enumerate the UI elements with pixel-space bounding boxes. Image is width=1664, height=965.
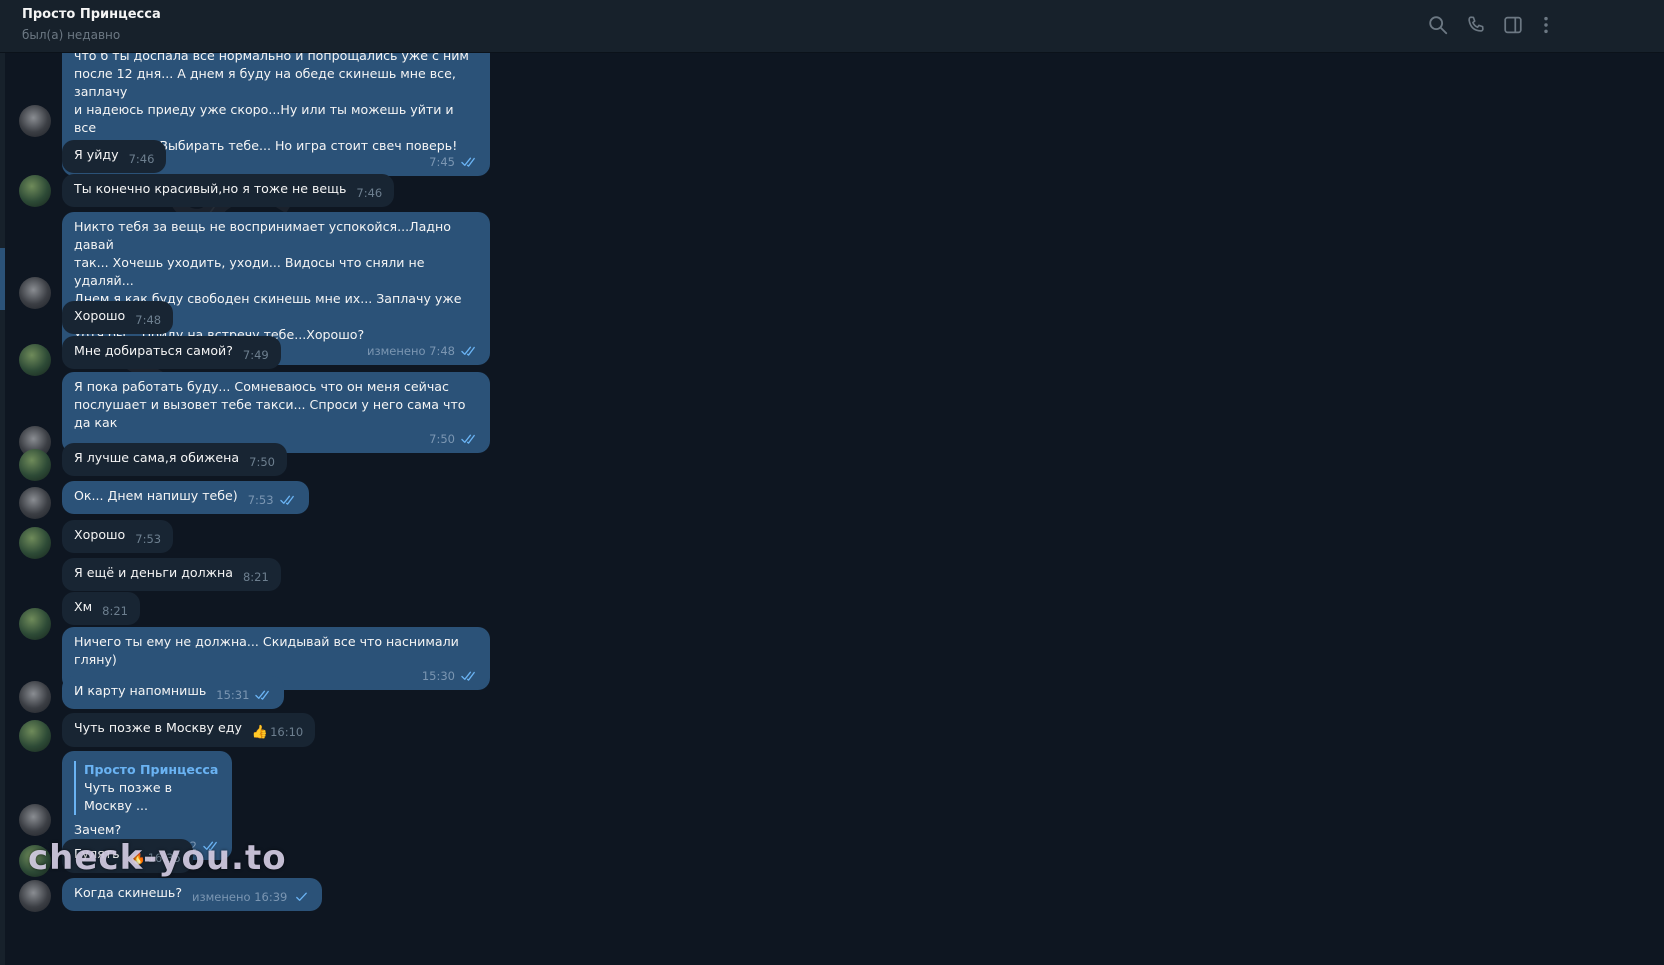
message-time: 16:39 xyxy=(254,890,288,904)
message-text: Хм xyxy=(74,599,93,614)
message-text: Хорошо xyxy=(74,308,126,323)
double-check-icon xyxy=(461,154,478,167)
message-text: Хорошо xyxy=(74,527,126,542)
message-text: Я уйду xyxy=(74,147,119,162)
message-bubble[interactable]: И карту напомнишь 15:31 xyxy=(62,676,285,709)
brand-watermark: check-you.to xyxy=(28,838,287,878)
message-time: 15:30 xyxy=(421,669,455,683)
more-vertical-icon[interactable] xyxy=(1535,14,1557,36)
double-check-icon xyxy=(255,687,272,700)
message-meta: 👍 16:10 xyxy=(252,723,303,742)
message-time: 8:21 xyxy=(242,570,269,584)
message-bubble[interactable]: Чуть позже в Москву еду 👍 16:10 xyxy=(62,713,316,747)
reply-author: Просто Принцесса xyxy=(84,762,219,777)
message-time: 7:48 xyxy=(429,344,455,358)
message-bubble[interactable]: Я лучше сама,я обижена 7:50 xyxy=(62,443,287,476)
message-bubble[interactable]: Я уйду 7:46 xyxy=(62,140,167,173)
message-text: Ок... Днем напишу тебе) xyxy=(74,488,238,503)
message-bubble[interactable]: Мне добираться самой? 7:49 xyxy=(62,336,281,369)
avatar[interactable] xyxy=(19,527,51,559)
message-bubble[interactable]: Я пока работать буду... Сомневаюсь что о… xyxy=(62,372,490,453)
message-bubble[interactable]: Хм 8:21 xyxy=(62,592,140,625)
double-check-icon xyxy=(461,668,478,681)
message-bubble[interactable]: Ок... Днем напишу тебе) 7:53 xyxy=(62,481,309,514)
avatar[interactable] xyxy=(19,344,51,376)
avatar[interactable] xyxy=(19,608,51,640)
message-meta: 15:31 xyxy=(216,686,272,704)
message-time: 7:53 xyxy=(135,532,162,546)
avatar[interactable] xyxy=(19,449,51,481)
avatar[interactable] xyxy=(19,277,51,309)
message-time: 7:48 xyxy=(135,313,162,327)
reply-text: Чуть позже в Москву ... xyxy=(84,780,173,813)
message-text: Чуть позже в Москву еду xyxy=(74,720,242,735)
message-meta: 8:21 xyxy=(243,568,269,586)
avatar[interactable] xyxy=(19,175,51,207)
edited-label: изменено xyxy=(367,344,430,358)
message-time: 7:46 xyxy=(356,186,383,200)
message-time: 7:50 xyxy=(249,455,275,469)
message-text: Ты конечно красивый,но я тоже не вещь xyxy=(74,181,347,196)
message-time: 15:31 xyxy=(216,688,250,702)
message-meta: 7:48 xyxy=(135,311,161,329)
message-meta: 8:21 xyxy=(102,602,128,620)
message-bubble[interactable]: Хорошо 7:48 xyxy=(62,301,174,334)
message-meta: 7:53 xyxy=(135,530,161,548)
reaction-icon[interactable]: 👍 xyxy=(252,725,268,740)
message-bubble[interactable]: Я ещё и деньги должна 8:21 xyxy=(62,558,281,591)
message-bubble[interactable]: Ты конечно красивый,но я тоже не вещь 7:4… xyxy=(62,174,395,207)
single-check-icon xyxy=(293,889,310,901)
message-time: 7:46 xyxy=(128,152,155,166)
double-check-icon xyxy=(279,492,297,505)
avatar[interactable] xyxy=(19,681,51,713)
message-text: Я ещё и деньги должна xyxy=(74,565,233,580)
message-text: Я пока работать буду... Сомневаюсь что о… xyxy=(74,379,466,430)
sidebar-toggle-icon[interactable] xyxy=(1502,14,1524,36)
message-meta: 7:46 xyxy=(356,184,382,202)
message-text: Ничего ты ему не должна... Скидывай все … xyxy=(74,634,463,667)
message-bubble[interactable]: Когда скинешь? изменено 16:39 xyxy=(62,878,323,911)
chat-status: был(а) недавно xyxy=(22,28,121,42)
double-check-icon xyxy=(461,431,478,444)
selected-chat-indicator xyxy=(0,248,5,310)
message-time: 7:50 xyxy=(429,432,455,446)
edited-label: изменено xyxy=(192,890,255,904)
message-bubble[interactable]: Хорошо 7:53 xyxy=(62,520,174,553)
message-text: Когда скинешь? xyxy=(74,885,183,900)
avatar[interactable] xyxy=(19,804,51,836)
avatar[interactable] xyxy=(19,880,51,912)
message-meta: 7:50 xyxy=(249,453,275,471)
chat-title[interactable]: Просто Принцесса xyxy=(22,7,161,22)
message-time: 7:53 xyxy=(247,493,274,507)
message-text: И карту напомнишь xyxy=(74,683,207,698)
message-time: 16:10 xyxy=(270,725,304,739)
message-meta: 7:53 xyxy=(248,491,297,509)
avatar[interactable] xyxy=(19,720,51,752)
avatar[interactable] xyxy=(19,105,51,137)
message-text: Мне добираться самой? xyxy=(74,343,233,358)
message-text: Я лучше сама,я обижена xyxy=(74,450,240,465)
message-text: Зачем? xyxy=(74,822,122,837)
message-time: 7:49 xyxy=(242,348,269,362)
message-time: 8:21 xyxy=(102,604,128,618)
chat-header: Просто Принцесса был(а) недавно xyxy=(0,0,1664,53)
message-text: что б ты доспала все нормально и попроща… xyxy=(74,48,469,153)
avatar[interactable] xyxy=(19,487,51,519)
phone-icon[interactable] xyxy=(1465,14,1487,36)
reply-quote[interactable]: Просто Принцесса Чуть позже в Москву ... xyxy=(74,761,220,815)
double-check-icon xyxy=(461,343,478,356)
message-meta: изменено 16:39 xyxy=(192,888,310,906)
chat-list-edge xyxy=(0,52,5,965)
message-meta: 7:49 xyxy=(243,346,269,364)
search-icon[interactable] xyxy=(1427,14,1449,36)
message-meta: 7:46 xyxy=(129,150,155,168)
message-time: 7:45 xyxy=(429,155,455,169)
